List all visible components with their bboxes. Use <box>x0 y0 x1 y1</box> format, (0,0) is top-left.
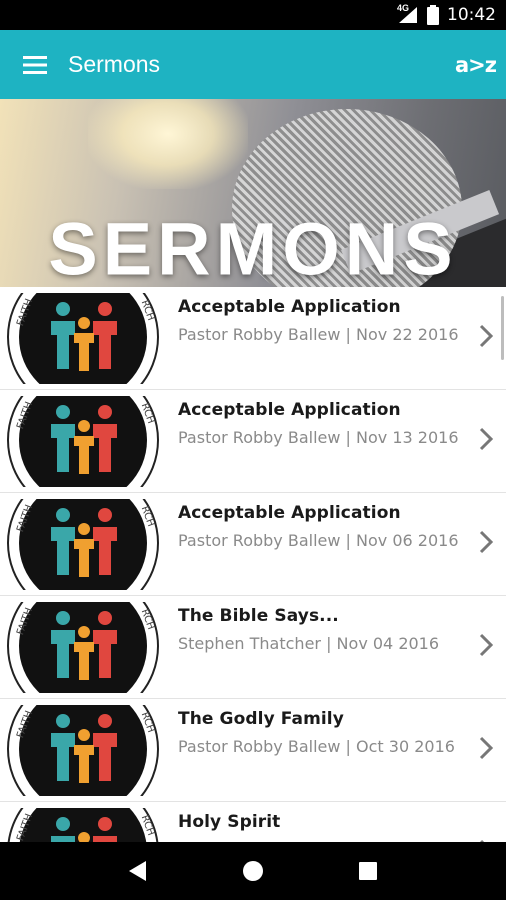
recents-button[interactable] <box>338 842 398 900</box>
family-figures-icon <box>51 508 117 577</box>
hero-title: SERMONS <box>48 207 458 288</box>
sermon-title: Holy Spirit <box>178 812 281 832</box>
family-figures-icon <box>51 714 117 783</box>
family-figures-icon <box>51 405 117 474</box>
sermon-meta: The Godly Family Pastor Robby Ballew | O… <box>178 709 466 756</box>
sermon-meta: Holy Spirit Pastor Robby Ballew | Oct 23… <box>178 812 466 842</box>
chevron-right-icon <box>479 530 494 554</box>
status-time: 10:42 <box>447 5 496 25</box>
church-logo-thumbnail: FAITH RCH <box>5 808 160 842</box>
sermon-meta: The Bible Says... Stephen Thatcher | Nov… <box>178 606 466 653</box>
church-logo-thumbnail: FAITH RCH <box>5 705 160 796</box>
church-logo-thumbnail: FAITH RCH <box>5 602 160 693</box>
status-bar: 4G 10:42 <box>0 0 506 30</box>
sermon-title: The Bible Says... <box>178 606 339 626</box>
sermon-list-item[interactable]: FAITH RCH Holy Spirit Pastor Robby Balle… <box>0 802 506 842</box>
sermon-speaker-date: Pastor Robby Ballew | Nov 06 2016 <box>178 531 459 550</box>
sermon-speaker-date: Pastor Robby Ballew | Nov 13 2016 <box>178 428 459 447</box>
family-figures-icon <box>51 611 117 680</box>
sermon-list-item[interactable]: FAITH RCH The Bible Says... Stephen That… <box>0 596 506 699</box>
signal-icon: 4G <box>397 3 419 24</box>
sermon-title: Acceptable Application <box>178 297 401 317</box>
home-circle-icon <box>242 861 263 881</box>
church-logo-thumbnail: FAITH RCH <box>5 396 160 487</box>
sermon-meta: Acceptable Application Pastor Robby Ball… <box>178 297 466 344</box>
family-figures-icon <box>51 817 117 842</box>
hamburger-menu-icon <box>23 55 47 74</box>
back-button[interactable] <box>108 842 168 900</box>
church-logo-thumbnail: FAITH RCH <box>5 293 160 384</box>
sermon-speaker-date: Stephen Thatcher | Nov 04 2016 <box>178 634 440 653</box>
app-bar-title: Sermons <box>68 51 161 77</box>
chevron-right-icon <box>479 427 494 451</box>
chevron-right-icon <box>479 633 494 657</box>
sermon-speaker-date: Pastor Robby Ballew | Nov 22 2016 <box>178 325 459 344</box>
lamp-glow <box>88 99 248 189</box>
sermon-meta: Acceptable Application Pastor Robby Ball… <box>178 400 466 447</box>
sermon-title: Acceptable Application <box>178 503 401 523</box>
menu-button[interactable] <box>0 30 70 99</box>
sermon-list-item[interactable]: FAITH RCH Acceptable Application Pastor … <box>0 390 506 493</box>
sort-az-button[interactable]: a>z <box>455 30 497 99</box>
church-logo-thumbnail: FAITH RCH <box>5 499 160 590</box>
sermon-list-item[interactable]: FAITH RCH The Godly Family Pastor Robby … <box>0 699 506 802</box>
sort-az-icon: a>z <box>455 52 497 77</box>
sermon-meta: Acceptable Application Pastor Robby Ball… <box>178 503 466 550</box>
sermon-title: The Godly Family <box>178 709 344 729</box>
sermon-list-item[interactable]: FAITH RCH Acceptable Application Pastor … <box>0 287 506 390</box>
chevron-right-icon <box>479 324 494 348</box>
family-figures-icon <box>51 302 117 371</box>
sermon-list[interactable]: FAITH RCH Acceptable Application Pastor … <box>0 287 506 842</box>
scrollbar[interactable] <box>501 296 504 360</box>
app-bar: Sermons a>z <box>0 30 506 99</box>
network-type-label: 4G <box>397 3 410 13</box>
chevron-right-icon <box>479 736 494 760</box>
recents-square-icon <box>359 862 378 880</box>
home-button[interactable] <box>223 842 283 900</box>
system-nav-bar <box>0 842 506 900</box>
hero-banner: SERMONS <box>0 99 506 287</box>
sermon-title: Acceptable Application <box>178 400 401 420</box>
battery-icon <box>427 5 439 25</box>
sermon-speaker-date: Pastor Robby Ballew | Oct 30 2016 <box>178 737 455 756</box>
back-triangle-icon <box>128 861 146 881</box>
sermon-list-item[interactable]: FAITH RCH Acceptable Application Pastor … <box>0 493 506 596</box>
